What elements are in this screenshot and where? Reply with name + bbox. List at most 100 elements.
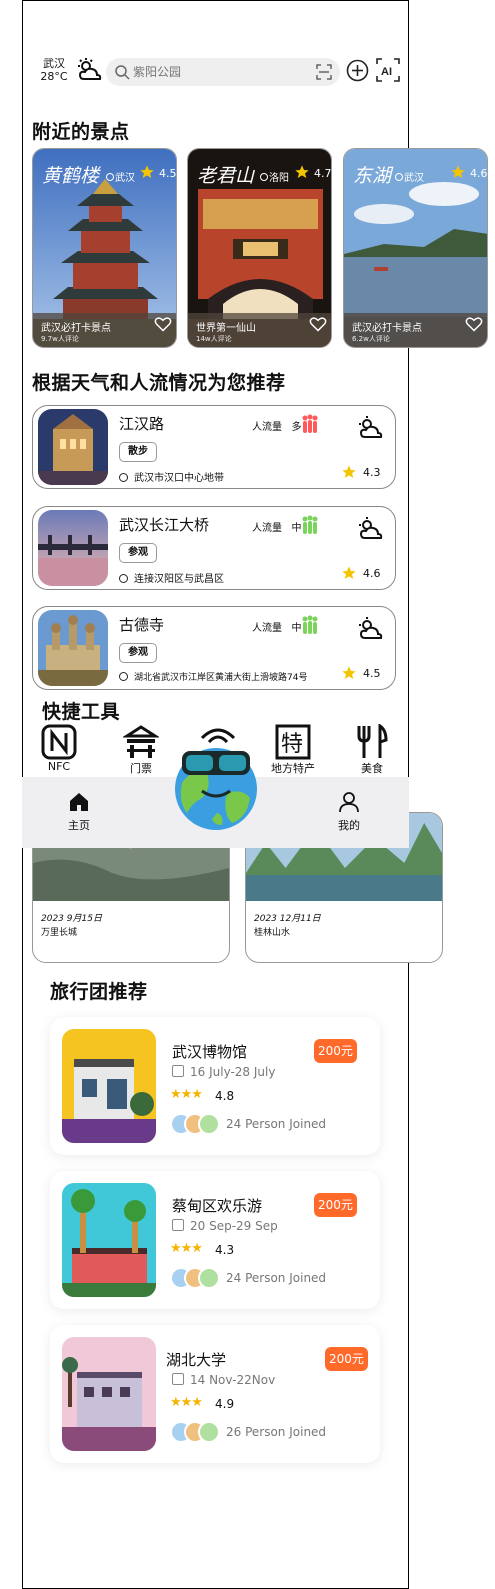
group-card[interactable]: 武汉博物馆 200元 16 July-28 July ★★★ 4.8 24 Pe… bbox=[50, 1017, 380, 1155]
partly-sunny-icon bbox=[359, 617, 383, 639]
memory-date: 2023 9月15日 bbox=[41, 914, 102, 924]
spot-rating: 4.6 bbox=[470, 167, 488, 180]
tool-label: 地方特产 bbox=[271, 762, 315, 775]
tool-specialty[interactable]: 特 地方特产 bbox=[268, 724, 318, 776]
tool-nfc[interactable]: NFC bbox=[34, 724, 84, 773]
recommend-section-title: 根据天气和人流情况为您推荐 bbox=[32, 372, 286, 394]
user-icon bbox=[339, 792, 359, 813]
place-photo bbox=[38, 409, 108, 485]
recommend-card[interactable]: 古德寺 参观 湖北省武汉市江岸区黄浦大街上滑坡路74号 人流量 中 4.5 bbox=[32, 606, 396, 690]
tool-ticket[interactable]: 门票 bbox=[116, 724, 166, 776]
spot-card[interactable]: 老君山 洛阳 4.7 世界第一仙山 14w人评论 bbox=[187, 148, 332, 348]
spot-info-bar: 武汉必打卡景点 6.2w人评论 bbox=[344, 313, 487, 347]
place-address: 武汉市汉口中心地带 bbox=[119, 469, 224, 484]
tab-home[interactable]: 主页 bbox=[49, 791, 109, 833]
group-dates-text: 20 Sep-29 Sep bbox=[190, 1219, 278, 1233]
tab-mine[interactable]: 我的 bbox=[319, 791, 379, 833]
crowd-level: 人流量 中 bbox=[252, 619, 302, 634]
globe-mascot-icon[interactable] bbox=[172, 743, 260, 831]
recommend-card[interactable]: 江汉路 散步 武汉市汉口中心地带 人流量 多 4.3 bbox=[32, 405, 396, 489]
avatar bbox=[198, 1421, 220, 1443]
location-pin-icon bbox=[395, 173, 403, 181]
svg-text:AI: AI bbox=[381, 66, 392, 78]
nearby-section-title: 附近的景点 bbox=[32, 121, 130, 143]
heart-icon[interactable] bbox=[309, 316, 327, 332]
avatar bbox=[198, 1113, 220, 1135]
spot-rating: 4.5 bbox=[159, 167, 177, 180]
crowd-level: 人流量 中 bbox=[252, 519, 302, 534]
partly-sunny-icon bbox=[359, 517, 383, 539]
ai-scan-icon[interactable]: AI bbox=[376, 58, 400, 82]
crowd-medium-icon bbox=[302, 615, 318, 634]
partly-sunny-icon bbox=[359, 416, 383, 438]
location-pin-icon bbox=[119, 473, 128, 482]
partly-sunny-icon bbox=[78, 58, 102, 80]
city-label: 武汉 bbox=[43, 57, 65, 70]
temperature-label: 28°C bbox=[40, 70, 68, 83]
tool-label: 美食 bbox=[361, 762, 383, 775]
star-icon bbox=[295, 165, 309, 178]
search-icon bbox=[115, 65, 130, 80]
price-badge: 200元 bbox=[314, 1039, 357, 1063]
spot-city-label: 武汉 bbox=[115, 173, 135, 184]
group-dates: 20 Sep-29 Sep bbox=[172, 1219, 278, 1233]
joined-count: 24 Person Joined bbox=[226, 1271, 327, 1285]
activity-chip[interactable]: 参观 bbox=[119, 643, 157, 663]
memory-place: 万里长城 bbox=[41, 928, 78, 938]
spot-tag: 武汉必打卡景点 bbox=[352, 323, 422, 334]
location-pin-icon bbox=[119, 574, 128, 583]
groups-section-title: 旅行团推荐 bbox=[50, 981, 148, 1003]
heart-icon[interactable] bbox=[154, 316, 172, 332]
group-card[interactable]: 湖北大学 200元 14 Nov-22Nov ★★★ 4.9 26 Person… bbox=[50, 1325, 380, 1463]
scan-icon[interactable] bbox=[316, 64, 332, 80]
spot-card[interactable]: 黄鹤楼 武汉 4.5 武汉必打卡景点 9.7w人评论 bbox=[32, 148, 177, 348]
star-icon bbox=[451, 165, 465, 178]
group-rating: 4.9 bbox=[215, 1397, 235, 1411]
group-name: 蔡甸区欢乐游 bbox=[172, 1197, 263, 1215]
ticket-gate-icon bbox=[123, 725, 159, 758]
search-input[interactable] bbox=[133, 63, 313, 81]
tool-food[interactable]: 美食 bbox=[347, 724, 397, 776]
rating-stars: ★★★ bbox=[170, 1241, 203, 1256]
star-icon bbox=[342, 465, 356, 478]
spot-city: 洛阳 bbox=[260, 169, 289, 184]
place-photo bbox=[38, 610, 108, 686]
weather-info[interactable]: 武汉 28°C bbox=[38, 57, 70, 83]
group-rating: 4.3 bbox=[215, 1243, 235, 1257]
place-address-text: 武汉市汉口中心地带 bbox=[134, 473, 224, 484]
activity-chip[interactable]: 散步 bbox=[119, 442, 157, 462]
place-rating: 4.6 bbox=[363, 567, 381, 580]
crowd-level: 人流量 多 bbox=[252, 418, 302, 433]
spot-card[interactable]: 东湖 武汉 4.6 武汉必打卡景点 6.2w人评论 bbox=[343, 148, 488, 348]
location-pin-icon bbox=[119, 672, 128, 681]
fork-knife-icon bbox=[357, 724, 388, 758]
specialty-icon: 特 bbox=[275, 724, 311, 760]
crowd-label: 人流量 bbox=[252, 422, 282, 433]
place-name: 古德寺 bbox=[119, 616, 165, 634]
recommend-card[interactable]: 武汉长江大桥 参观 连接汉阳区与武昌区 人流量 中 4.6 bbox=[32, 506, 396, 590]
activity-chip[interactable]: 参观 bbox=[119, 543, 157, 563]
spot-city-label: 武汉 bbox=[404, 173, 424, 184]
search-bar[interactable] bbox=[106, 58, 340, 86]
crowd-label: 人流量 bbox=[252, 523, 282, 534]
add-circle-icon[interactable] bbox=[346, 59, 369, 82]
location-pin-icon bbox=[260, 173, 268, 181]
heart-icon[interactable] bbox=[465, 316, 483, 332]
price-badge: 200元 bbox=[314, 1193, 357, 1217]
place-rating: 4.5 bbox=[363, 667, 381, 680]
spot-info-bar: 武汉必打卡景点 9.7w人评论 bbox=[33, 313, 176, 347]
spot-city: 武汉 bbox=[395, 169, 424, 184]
place-address: 连接汉阳区与武昌区 bbox=[119, 570, 224, 585]
place-rating: 4.3 bbox=[363, 466, 381, 479]
memory-place: 桂林山水 bbox=[254, 928, 291, 938]
group-name: 湖北大学 bbox=[166, 1351, 227, 1369]
place-address-text: 湖北省武汉市江岸区黄浦大街上滑坡路74号 bbox=[134, 673, 308, 683]
avatar bbox=[198, 1267, 220, 1289]
spot-name: 东湖 bbox=[353, 165, 392, 187]
group-card[interactable]: 蔡甸区欢乐游 200元 20 Sep-29 Sep ★★★ 4.3 24 Per… bbox=[50, 1171, 380, 1309]
spot-rating: 4.7 bbox=[314, 167, 332, 180]
crowd-medium-icon bbox=[302, 515, 318, 534]
spot-tag: 武汉必打卡景点 bbox=[41, 323, 111, 334]
star-icon bbox=[140, 165, 154, 178]
home-icon bbox=[70, 793, 88, 811]
